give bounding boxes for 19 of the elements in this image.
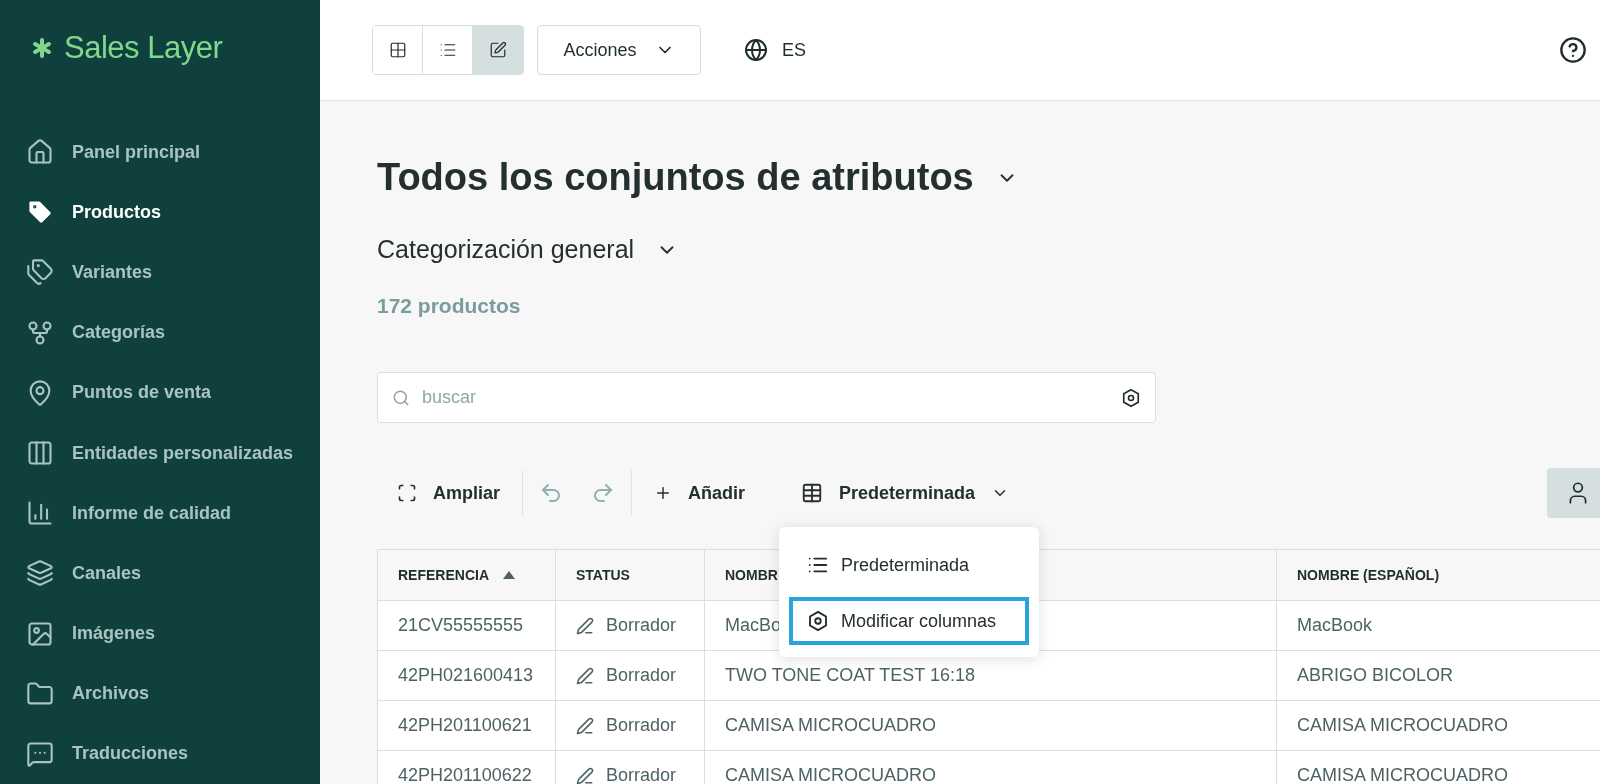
table-cell: CAMISA MICROCUADRO [1277, 701, 1600, 751]
table-cell: CAMISA MICROCUADRO [705, 701, 1277, 751]
table-cell: MacBook [1277, 601, 1600, 651]
status-text: Borrador [606, 765, 677, 784]
table-cell: 21CV55555555 [378, 601, 556, 651]
logo-text: Sales Layer [64, 30, 223, 66]
table-cell: CAMISA MICROCUADRO [1277, 751, 1600, 784]
table-cell: 42PH021600413 [378, 651, 556, 701]
status-text: Borrador [606, 715, 677, 736]
table-cell: ABRIGO BICOLOR [1277, 651, 1600, 701]
table-cell: 42PH201100621 [378, 701, 556, 751]
table-cell: 42PH201100622 [378, 751, 556, 784]
status-text: Borrador [606, 615, 677, 636]
page-title: Todos los conjuntos de atributos [377, 156, 974, 199]
product-count: 172 productos [377, 294, 522, 318]
category-title: Categorización general [377, 235, 635, 264]
table-cell: CAMISA MICROCUADRO [705, 751, 1277, 784]
table-cell: TWO TONE COAT TEST 16:18 [705, 651, 1277, 701]
status-text: Borrador [606, 665, 677, 686]
